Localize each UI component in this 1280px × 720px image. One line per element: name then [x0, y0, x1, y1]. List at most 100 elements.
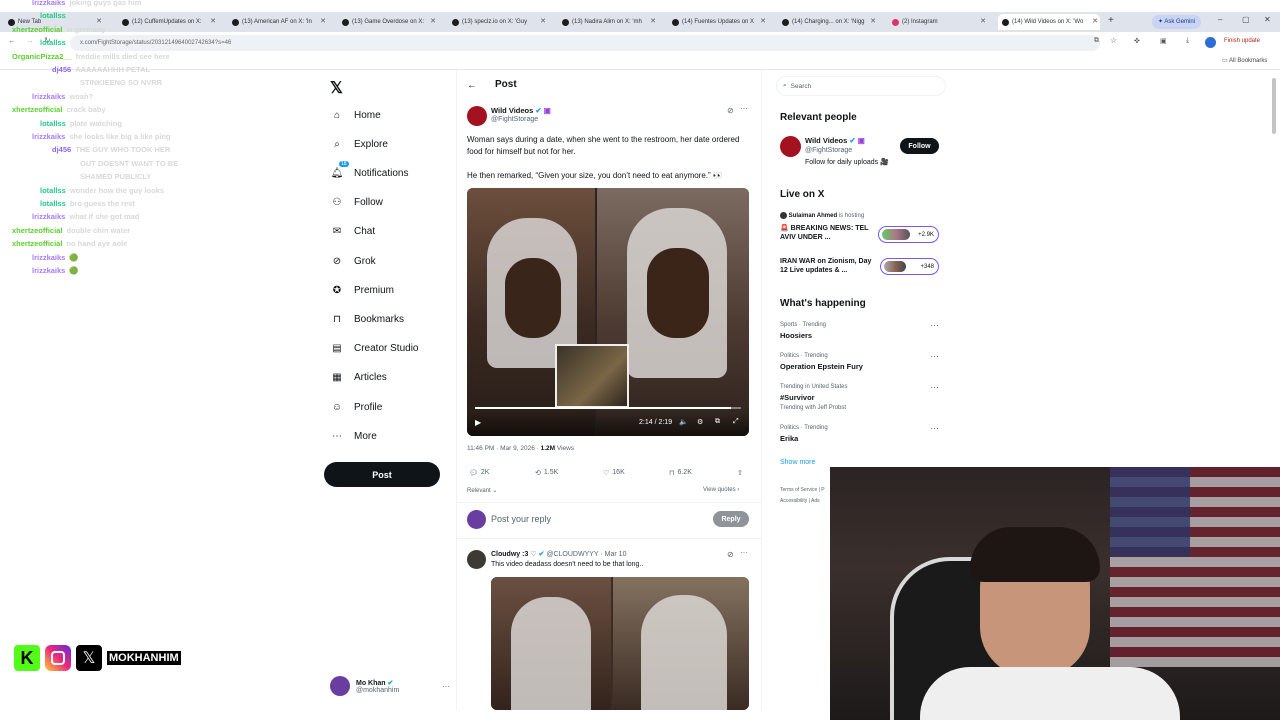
avatar[interactable]	[780, 136, 801, 157]
bookmark-star-icon[interactable]: ☆	[1110, 36, 1117, 45]
browser-tab[interactable]: (12) CuffemUpdates on X: ✕	[118, 14, 218, 30]
reply-count-button[interactable]: 💬︎ 2K	[469, 469, 489, 477]
live-listeners[interactable]: +348	[880, 258, 939, 275]
chat-message: dj456 THE GUY WHO TOOK HER	[52, 145, 170, 154]
nav-item-more[interactable]: ⋯ More	[330, 429, 377, 443]
close-tab-icon[interactable]: ✕	[760, 17, 766, 25]
video-player[interactable]: ▶ 2:14 / 2:19 🔈 ⚙ ⧉ ⤢	[467, 188, 749, 436]
nav-item-chat[interactable]: ✉ Chat	[330, 225, 375, 239]
ask-gemini-button[interactable]: ✦ Ask Gemini	[1152, 15, 1202, 29]
chat-username: lrizzkaiks	[32, 0, 66, 7]
x-logo-icon[interactable]: 𝕏	[330, 78, 343, 98]
nav-item-notifications[interactable]: 🔔︎ 18 Notifications	[330, 161, 408, 180]
live-listeners[interactable]: +2.9K	[878, 226, 939, 243]
close-tab-icon[interactable]: ✕	[96, 17, 102, 25]
fullscreen-icon[interactable]: ⤢	[733, 418, 739, 426]
footer-links[interactable]: Terms of Service | P	[780, 487, 825, 493]
grok-icon[interactable]: ⊘	[727, 106, 734, 115]
browser-tab[interactable]: (13) speclz.io on X: 'Guy ✕	[448, 14, 548, 30]
more-dots-icon[interactable]: ···	[930, 351, 939, 361]
close-window-icon[interactable]: ✕	[1264, 15, 1271, 24]
browser-tab[interactable]: (14) Charging... on X: 'Nigg ✕	[778, 14, 878, 30]
pip-icon[interactable]: ⧉	[715, 418, 720, 426]
install-app-icon[interactable]: ⧉	[1094, 37, 1099, 45]
like-button[interactable]: ♡ 16K	[603, 469, 625, 477]
volume-icon[interactable]: 🔈	[679, 418, 688, 426]
profile-avatar-icon[interactable]	[1205, 37, 1216, 48]
browser-tab[interactable]: (14) Fuentes Updates on X ✕	[668, 14, 768, 30]
maximize-icon[interactable]: ▢	[1242, 15, 1250, 24]
repost-button[interactable]: ⟲ 1.5K	[535, 469, 558, 477]
chat-message: lrizzkaiks woah?	[32, 92, 93, 101]
reply-button[interactable]: Reply	[713, 511, 749, 527]
browser-tab[interactable]: (2) Instagram ✕	[888, 14, 988, 30]
nav-item-grok[interactable]: ⊘ Grok	[330, 254, 376, 268]
live-space-title[interactable]: IRAN WAR on Zionism, Day 12 Live updates…	[780, 257, 878, 275]
play-icon[interactable]: ▶	[475, 418, 481, 427]
nav-item-premium[interactable]: ✪ Premium	[330, 283, 394, 297]
sidepanel-icon[interactable]: ▣	[1160, 37, 1167, 45]
browser-tab[interactable]: (13) Game Overdose on X: ✕	[338, 14, 438, 30]
follow-button[interactable]: Follow	[900, 138, 939, 154]
back-icon[interactable]: ←	[8, 36, 16, 45]
nav-item-creator-studio[interactable]: ▤ Creator Studio	[330, 342, 418, 356]
browser-tab[interactable]: (13) American AF on X: 'In ✕	[228, 14, 328, 30]
post-text: He then remarked, “Given your size, you …	[467, 171, 723, 180]
nav-item-profile[interactable]: ☺ Profile	[330, 400, 382, 414]
person-name[interactable]: Wild Videos ✔ ▣	[805, 136, 865, 145]
close-tab-icon[interactable]: ✕	[540, 17, 546, 25]
live-space-title[interactable]: 🚨 BREAKING NEWS: TEL AVIV UNDER ...	[780, 224, 878, 242]
view-quotes-link[interactable]: View quotes ›	[703, 487, 739, 493]
more-dots-icon[interactable]: ···	[740, 548, 748, 557]
all-bookmarks-button[interactable]: ▭ All Bookmarks	[1222, 57, 1267, 64]
show-more-link[interactable]: Show more	[780, 459, 815, 466]
settings-icon[interactable]: ⚙	[697, 418, 703, 426]
nav-item-home[interactable]: ⌂ Home	[330, 108, 381, 122]
footer-links[interactable]: Accessibility | Ads	[780, 498, 820, 504]
reply-author[interactable]: Cloudwy :3 ♡ ✔ @CLOUDWYYY · Mar 10	[491, 550, 626, 558]
nav-item-explore[interactable]: ⌕ Explore	[330, 137, 388, 151]
nav-item-bookmarks[interactable]: ⊓ Bookmarks	[330, 312, 404, 326]
close-tab-icon[interactable]: ✕	[430, 17, 436, 25]
close-tab-icon[interactable]: ✕	[980, 17, 986, 25]
close-tab-icon[interactable]: ✕	[320, 17, 326, 25]
download-icon[interactable]: ⤓	[1186, 37, 1189, 45]
avatar[interactable]	[467, 550, 486, 569]
extensions-icon[interactable]: ✜	[1134, 37, 1140, 45]
author-name[interactable]: Wild Videos ✔ ▣	[491, 106, 551, 115]
share-icon[interactable]: ⇧	[737, 469, 743, 477]
browser-tab-active[interactable]: (14) Wild Videos on X: 'Wo ✕	[998, 14, 1100, 30]
close-tab-icon[interactable]: ✕	[650, 17, 656, 25]
more-dots-icon[interactable]: ···	[930, 423, 939, 433]
author-avatar[interactable]	[467, 106, 487, 126]
more-dots-icon[interactable]: ···	[442, 682, 450, 691]
bookmark-button[interactable]: ⊓ 6.2K	[669, 469, 692, 477]
reply-video[interactable]	[491, 577, 749, 710]
back-arrow-icon[interactable]: ←	[467, 80, 477, 91]
close-tab-icon[interactable]: ✕	[1092, 17, 1098, 25]
grok-icon[interactable]: ⊘	[727, 550, 734, 559]
verified-icon: ✔	[387, 679, 394, 687]
post-button[interactable]: Post	[324, 462, 440, 487]
new-tab-icon[interactable]: +	[1108, 15, 1114, 26]
search-field[interactable]: ⌕ Search	[776, 76, 946, 96]
forward-icon[interactable]: →	[26, 36, 34, 45]
nav-item-articles[interactable]: ▦ Articles	[330, 371, 387, 385]
close-tab-icon[interactable]: ✕	[210, 17, 216, 25]
minimize-icon[interactable]: –	[1218, 15, 1222, 24]
finish-update-button[interactable]: Finish update	[1224, 38, 1260, 44]
more-dots-icon[interactable]: ···	[930, 382, 939, 392]
page-scrollbar[interactable]	[1272, 78, 1276, 134]
author-handle[interactable]: @FightStorage	[491, 116, 538, 123]
sort-replies-button[interactable]: Relevant ⌄	[467, 487, 497, 494]
more-dots-icon[interactable]: ···	[930, 320, 939, 330]
url-field[interactable]: x.com/FightStorage/status/20312149640027…	[70, 35, 1100, 51]
nav-item-follow[interactable]: ⚇ Follow	[330, 196, 383, 210]
more-dots-icon[interactable]: ···	[740, 104, 748, 113]
avatar	[467, 510, 486, 529]
video-progress-track[interactable]	[475, 407, 741, 409]
account-switcher[interactable]: Mo Khan ✔ @mokhanhim ···	[330, 676, 450, 696]
close-tab-icon[interactable]: ✕	[870, 17, 876, 25]
browser-tab[interactable]: (13) Nadira Alim on X: 'mh ✕	[558, 14, 658, 30]
reply-input[interactable]: Post your reply	[491, 514, 551, 524]
